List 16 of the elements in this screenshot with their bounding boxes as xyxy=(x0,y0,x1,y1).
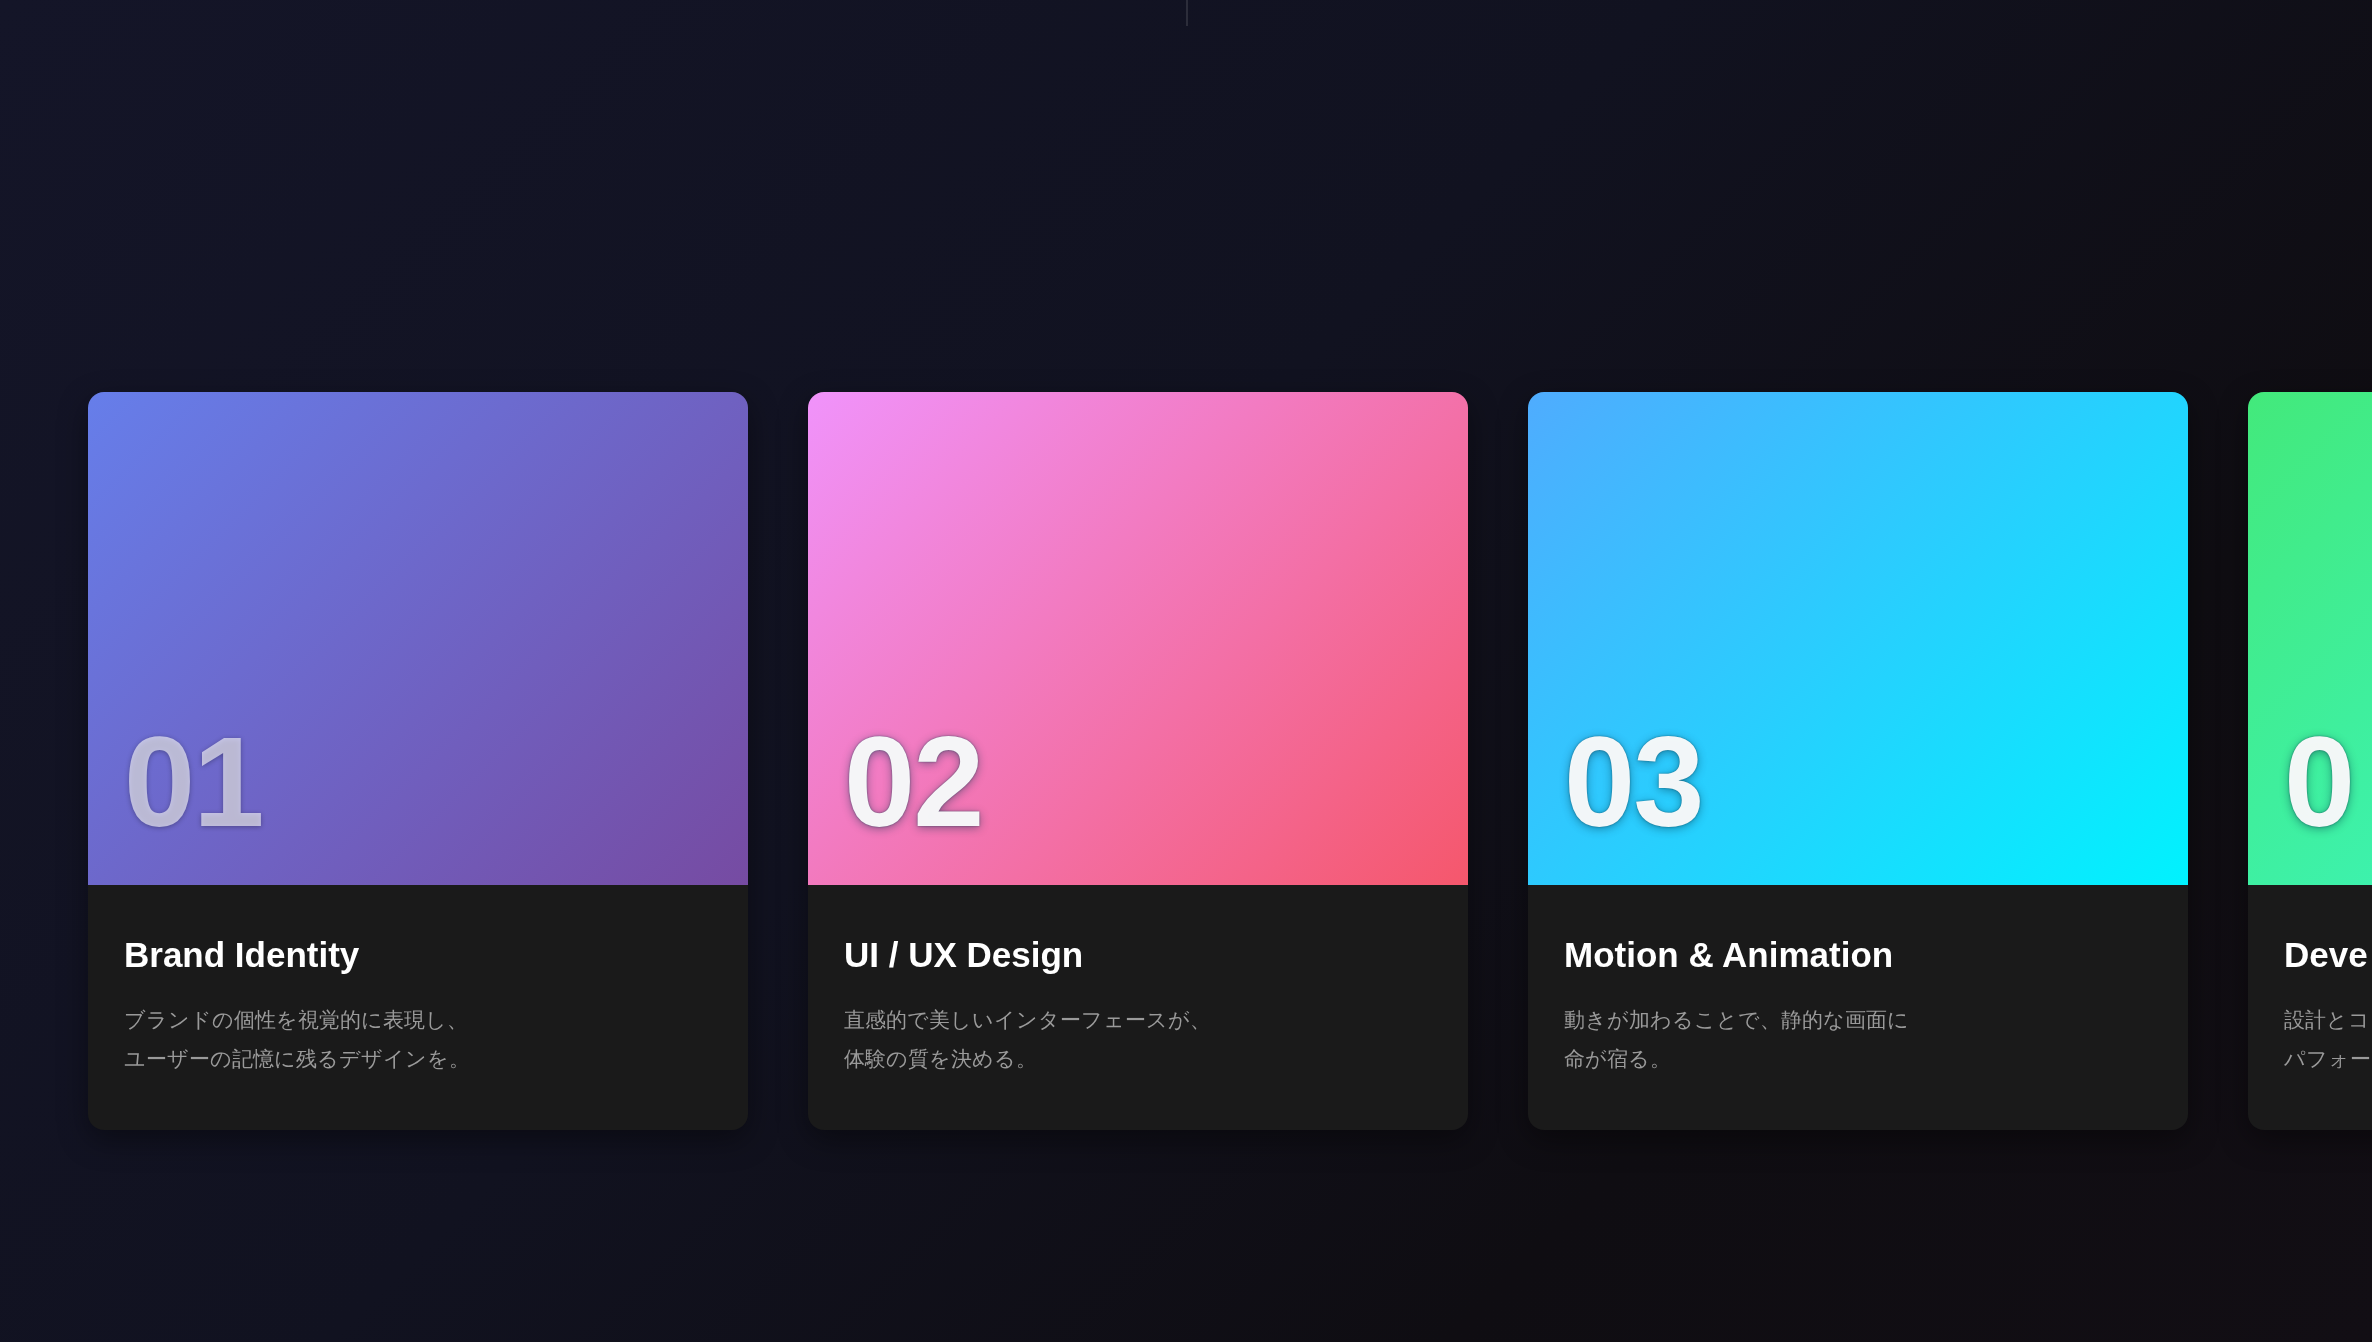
card-description: 動きが加わることで、静的な画面に xyxy=(1564,1007,1910,1034)
card-title: UI / UX Design xyxy=(844,935,1085,975)
card-title: Brand Identity xyxy=(124,935,361,975)
card-description: 設計とコ xyxy=(2284,1007,2371,1034)
card-number: 01 xyxy=(124,728,263,837)
card-number: 0 xyxy=(2284,728,2354,837)
card-title: Motion & Animation xyxy=(1564,935,1895,975)
card-description: ユーザーの記憶に残るデザインを。 xyxy=(124,1046,471,1073)
card-description: パフォー xyxy=(2284,1046,2372,1073)
card-number: 02 xyxy=(844,728,983,837)
card-title: Deve xyxy=(2284,935,2369,975)
card-description: 体験の質を決める。 xyxy=(844,1046,1038,1073)
card-description: ブランドの個性を視覚的に表現し、 xyxy=(124,1007,469,1034)
card-description: 直感的で美しいインターフェースが、 xyxy=(844,1007,1212,1034)
card-description: 命が宿る。 xyxy=(1564,1046,1672,1073)
card-number: 03 xyxy=(1564,728,1703,837)
